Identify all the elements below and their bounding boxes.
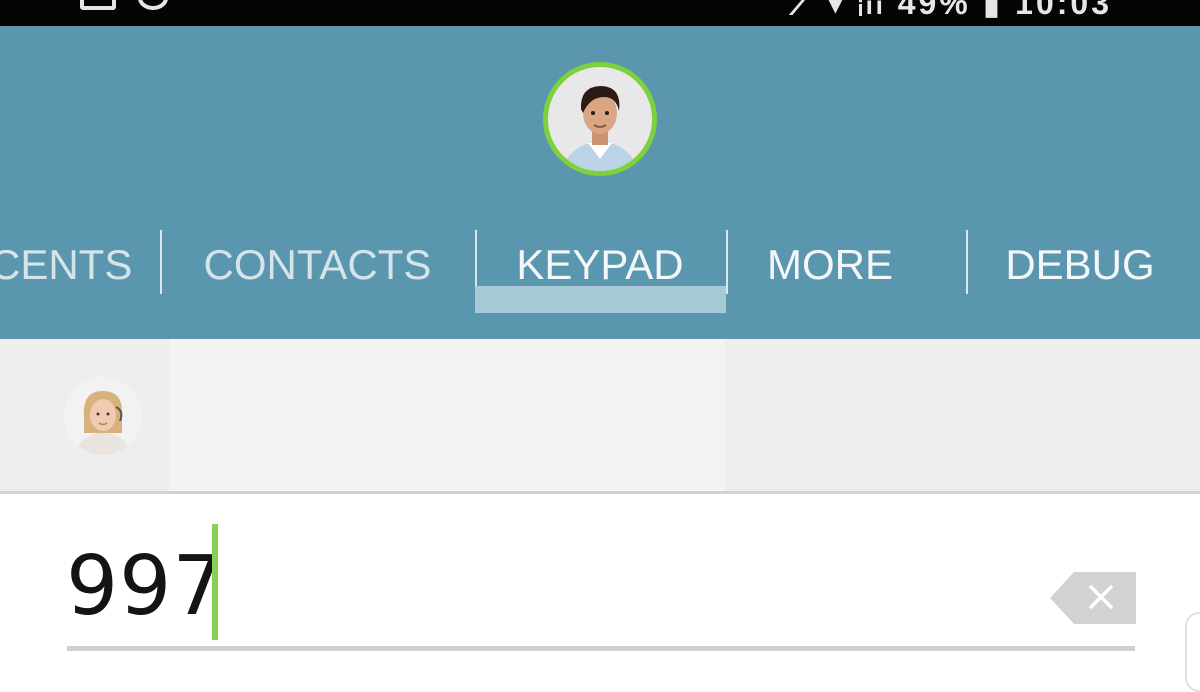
status-indicators: ⟋ ▾ ᵢₗₗ 49% ▮ 10:03 (790, 0, 1112, 21)
user-avatar-male-icon (548, 67, 652, 171)
suggested-contact-avatar[interactable] (64, 377, 142, 455)
contact-suggestion-strip[interactable] (0, 339, 1200, 491)
backspace-button[interactable] (1050, 572, 1136, 624)
tab-recents[interactable]: CENTS (0, 240, 132, 290)
tab-divider (475, 230, 477, 294)
tab-keypad[interactable]: KEYPAD (490, 240, 710, 290)
user-avatar-female-icon (64, 377, 142, 455)
text-cursor (212, 524, 218, 640)
dialed-number-field[interactable]: 997 (66, 537, 226, 637)
active-tab-indicator (475, 286, 726, 313)
divider (0, 491, 1200, 494)
input-underline (67, 646, 1135, 651)
tab-more[interactable]: MORE (750, 240, 910, 290)
profile-avatar[interactable] (543, 62, 657, 176)
tab-contacts[interactable]: CONTACTS (190, 240, 445, 290)
tab-divider (726, 230, 728, 294)
sync-icon (138, 0, 168, 10)
tab-debug[interactable]: DEBUG (990, 240, 1170, 290)
notification-icon (80, 0, 116, 10)
overlay-edge (1185, 612, 1200, 692)
status-icons-left (80, 0, 168, 10)
status-bar: ⟋ ▾ ᵢₗₗ 49% ▮ 10:03 (0, 0, 1200, 26)
suggestion-placeholder (170, 339, 725, 491)
tab-divider (966, 230, 968, 294)
backspace-icon (1050, 572, 1136, 624)
tab-divider (160, 230, 162, 294)
